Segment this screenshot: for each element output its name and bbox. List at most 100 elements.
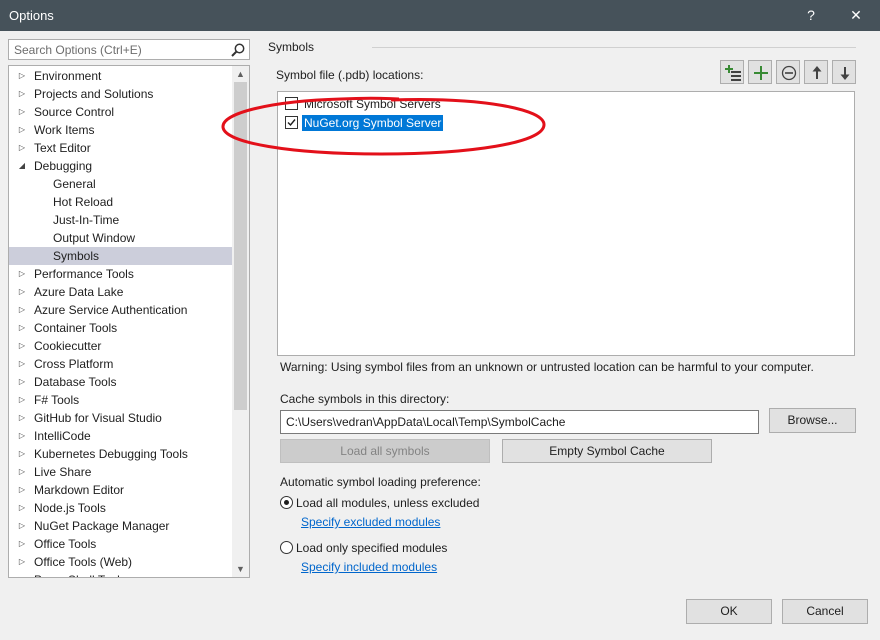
tree-item-label: NuGet Package Manager: [34, 519, 170, 533]
tree-item-label: Source Control: [34, 105, 115, 119]
search-icon[interactable]: [230, 42, 246, 58]
tree-item-label: Container Tools: [34, 321, 118, 335]
scroll-up-icon[interactable]: ▲: [232, 66, 249, 82]
tree-item[interactable]: ▷ GitHub for Visual Studio: [9, 409, 232, 427]
tree-item[interactable]: ▷ Cross Platform: [9, 355, 232, 373]
collapsed-arrow-icon[interactable]: ▷: [17, 499, 27, 517]
cancel-button[interactable]: Cancel: [782, 599, 868, 624]
move-up-icon: [812, 66, 822, 79]
collapsed-arrow-icon[interactable]: ▷: [17, 337, 27, 355]
location-checkbox[interactable]: [285, 116, 298, 129]
tree-scrollbar[interactable]: ▲ ▼: [232, 66, 249, 577]
load-all-modules-label[interactable]: Load all modules, unless excluded: [296, 496, 479, 510]
collapsed-arrow-icon[interactable]: ▷: [17, 391, 27, 409]
collapsed-arrow-icon[interactable]: ▷: [17, 463, 27, 481]
move-down-button[interactable]: [832, 60, 856, 84]
tree-item[interactable]: ▷ Text Editor: [9, 139, 232, 157]
cache-path-field[interactable]: [280, 410, 759, 434]
tree-item[interactable]: ▷ Environment: [9, 67, 232, 85]
scrollbar-thumb[interactable]: [234, 82, 247, 410]
collapsed-arrow-icon[interactable]: ▷: [17, 517, 27, 535]
browse-button[interactable]: Browse...: [769, 408, 856, 433]
collapsed-arrow-icon[interactable]: ▷: [17, 373, 27, 391]
location-row[interactable]: NuGet.org Symbol Server: [284, 114, 454, 132]
collapsed-arrow-icon[interactable]: ▷: [17, 553, 27, 571]
tree-item[interactable]: ▷ Live Share: [9, 463, 232, 481]
collapsed-arrow-icon[interactable]: ▷: [17, 67, 27, 85]
ok-button[interactable]: OK: [686, 599, 772, 624]
collapsed-arrow-icon[interactable]: ▷: [17, 535, 27, 553]
empty-symbol-cache-button[interactable]: Empty Symbol Cache: [502, 439, 712, 463]
tree-item[interactable]: ▷ IntelliCode: [9, 427, 232, 445]
tree-item[interactable]: ▷ Container Tools: [9, 319, 232, 337]
tree-item[interactable]: ▷ Azure Service Authentication: [9, 301, 232, 319]
tree-item[interactable]: ▷ F# Tools: [9, 391, 232, 409]
collapsed-arrow-icon[interactable]: ▷: [17, 481, 27, 499]
tree-item[interactable]: Hot Reload: [9, 193, 232, 211]
cache-path-input[interactable]: [281, 411, 758, 433]
tree-item-label: Office Tools (Web): [34, 555, 133, 569]
tree-item[interactable]: Output Window: [9, 229, 232, 247]
tree-item[interactable]: ▷ NuGet Package Manager: [9, 517, 232, 535]
tree-item[interactable]: ◢ Debugging: [9, 157, 232, 175]
collapsed-arrow-icon[interactable]: ▷: [17, 85, 27, 103]
tree-item-label: Markdown Editor: [34, 483, 125, 497]
collapsed-arrow-icon[interactable]: ▷: [17, 121, 27, 139]
remove-button[interactable]: [776, 60, 800, 84]
load-all-symbols-button[interactable]: Load all symbols: [280, 439, 490, 463]
tree-item[interactable]: ▷ Projects and Solutions: [9, 85, 232, 103]
help-button[interactable]: ?: [789, 0, 833, 31]
tree-item[interactable]: Just-In-Time: [9, 211, 232, 229]
load-only-specified-label[interactable]: Load only specified modules: [296, 541, 447, 555]
collapsed-arrow-icon[interactable]: ▷: [17, 319, 27, 337]
collapsed-arrow-icon[interactable]: ▷: [17, 283, 27, 301]
tree-item-label: IntelliCode: [34, 429, 91, 443]
tree-item[interactable]: ▷ Database Tools: [9, 373, 232, 391]
collapsed-arrow-icon[interactable]: ▷: [17, 409, 27, 427]
tree-item[interactable]: ▷ Node.js Tools: [9, 499, 232, 517]
tree-item-label: Database Tools: [34, 375, 117, 389]
tree-item[interactable]: General: [9, 175, 232, 193]
expanded-arrow-icon[interactable]: ◢: [17, 157, 27, 175]
add-button[interactable]: [748, 60, 772, 84]
symbol-locations-list[interactable]: Microsoft Symbol Servers NuGet.org Symbo…: [277, 91, 855, 356]
close-button[interactable]: ✕: [834, 0, 878, 31]
tree-item-label: Performance Tools: [34, 267, 134, 281]
add-location-icon: [725, 65, 741, 81]
location-row[interactable]: Microsoft Symbol Servers: [284, 95, 454, 113]
tree-item[interactable]: ▷ Work Items: [9, 121, 232, 139]
tree-item[interactable]: ▷ Performance Tools: [9, 265, 232, 283]
location-checkbox[interactable]: [285, 97, 298, 110]
tree-item[interactable]: Symbols: [9, 247, 232, 265]
collapsed-arrow-icon[interactable]: ▷: [17, 571, 27, 577]
radio-selected-dot: [284, 500, 289, 505]
collapsed-arrow-icon[interactable]: ▷: [17, 427, 27, 445]
load-all-modules-radio[interactable]: [280, 496, 293, 509]
specify-included-modules-link[interactable]: Specify included modules: [301, 560, 437, 574]
add-icon: [754, 66, 768, 80]
tree-item[interactable]: ▷ Source Control: [9, 103, 232, 121]
tree-item[interactable]: ▷ Office Tools: [9, 535, 232, 553]
specify-excluded-modules-link[interactable]: Specify excluded modules: [301, 515, 440, 529]
collapsed-arrow-icon[interactable]: ▷: [17, 265, 27, 283]
collapsed-arrow-icon[interactable]: ▷: [17, 355, 27, 373]
tree-item[interactable]: ▷ Cookiecutter: [9, 337, 232, 355]
search-options-input[interactable]: Search Options (Ctrl+E): [8, 39, 250, 60]
collapsed-arrow-icon[interactable]: ▷: [17, 301, 27, 319]
load-only-specified-radio[interactable]: [280, 541, 293, 554]
collapsed-arrow-icon[interactable]: ▷: [17, 139, 27, 157]
options-tree[interactable]: ▷ Environment ▷ Projects and Solutions ▷ Sour…: [8, 65, 250, 578]
tree-item[interactable]: ▷ Office Tools (Web): [9, 553, 232, 571]
checkmark-icon: [287, 119, 296, 127]
scroll-down-icon[interactable]: ▼: [232, 561, 249, 577]
tree-item[interactable]: ▷ PowerShell Tools: [9, 571, 232, 577]
add-location-button[interactable]: [720, 60, 744, 84]
collapsed-arrow-icon[interactable]: ▷: [17, 103, 27, 121]
collapsed-arrow-icon[interactable]: ▷: [17, 445, 27, 463]
tree-item[interactable]: ▷ Markdown Editor: [9, 481, 232, 499]
move-down-icon: [840, 67, 850, 80]
tree-item[interactable]: ▷ Kubernetes Debugging Tools: [9, 445, 232, 463]
move-up-button[interactable]: [804, 60, 828, 84]
tree-item[interactable]: ▷ Azure Data Lake: [9, 283, 232, 301]
section-divider: [372, 47, 856, 48]
